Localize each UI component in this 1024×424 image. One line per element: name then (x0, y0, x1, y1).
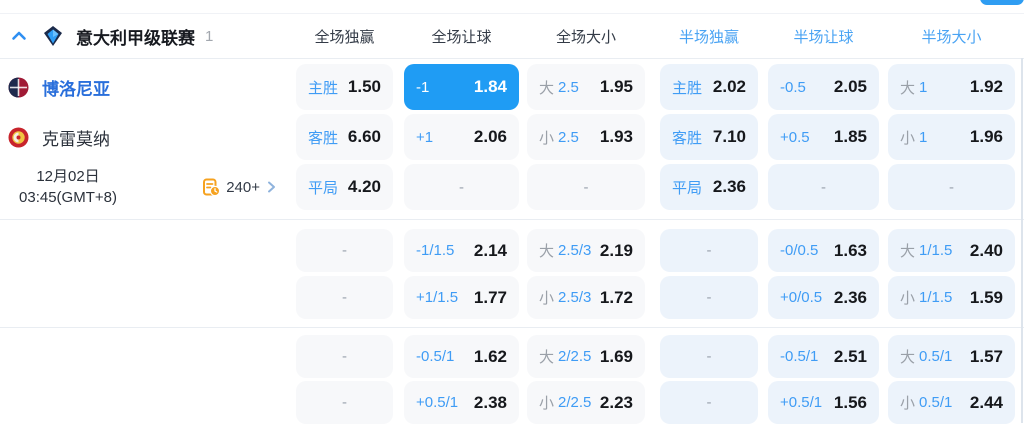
odds-cell[interactable]: 小 2.5 1.93 (527, 114, 645, 160)
table-right-border (1021, 58, 1023, 423)
odds-cell[interactable]: 小 0.5/1 2.44 (888, 381, 1015, 424)
odds-cell[interactable]: +0.5/1 2.38 (404, 381, 519, 424)
empty-slot (0, 335, 296, 378)
odds-cell[interactable]: 小 1/1.5 1.59 (888, 276, 1015, 319)
col-header-halftime-overunder: 半场大小 (921, 28, 982, 46)
col-header-fulltime-handicap: 全场让球 (431, 28, 492, 46)
home-team-name: 博洛尼亚 (42, 79, 110, 99)
odds-cell[interactable]: 大 2/2.5 1.69 (527, 335, 645, 378)
match-time: 03:45(GMT+8) (19, 189, 117, 206)
col-header-halftime-1x2: 半场独赢 (678, 28, 739, 46)
home-team: 博洛尼亚 (0, 64, 296, 110)
odds-cell-empty: - (296, 229, 393, 272)
list-clock-icon (203, 178, 221, 196)
odds-cell[interactable]: -0.5/1 2.51 (768, 335, 879, 378)
empty-slot (0, 381, 296, 424)
empty-slot (0, 229, 296, 272)
chevron-up-icon (12, 31, 26, 40)
odds-table: 博洛尼亚 主胜 1.50 -1 1.84 大 2.5 1.95 主胜 2.02 -0.5 2… (0, 59, 1024, 424)
match-count: 1 (205, 27, 214, 45)
bologna-crest-icon (8, 77, 29, 97)
cremonese-crest-icon (8, 127, 29, 147)
section-divider (0, 327, 1024, 328)
odds-cell[interactable]: +0/0.5 2.36 (768, 276, 879, 319)
odds-cell[interactable]: +1 2.06 (404, 114, 519, 160)
odds-cell[interactable]: 平局 2.36 (660, 164, 758, 210)
table-row: - -0.5/1 1.62 大 2/2.5 1.69 - -0.5/1 2.51 大 0.… (0, 335, 1024, 378)
league-header: 意大利甲级联赛 1 全场独赢 全场让球 全场大小 半场独赢 半场让球 半场大小 (0, 14, 1024, 59)
odds-cell[interactable]: 大 0.5/1 1.57 (888, 335, 1015, 378)
odds-cell-empty: - (888, 164, 1015, 210)
match-meta: 12月02日 03:45(GMT+8) 240+ (0, 164, 296, 210)
odds-cell[interactable]: -0.5/1 1.62 (404, 335, 519, 378)
odds-cell[interactable]: 大 2.5/3 2.19 (527, 229, 645, 272)
table-row-draw: 12月02日 03:45(GMT+8) 240+ 平局 4.20 - - 平局 2.… (0, 164, 1024, 210)
table-row: - +0.5/1 2.38 小 2/2.5 2.23 - +0.5/1 1.56 小 0.… (0, 381, 1024, 424)
scroll-pill (980, 0, 1024, 5)
table-row: - -1/1.5 2.14 大 2.5/3 2.19 - -0/0.5 1.63 大 1/… (0, 229, 1024, 272)
odds-cell[interactable]: -0/0.5 1.63 (768, 229, 879, 272)
alt-lines-section-1: - -1/1.5 2.14 大 2.5/3 2.19 - -0/0.5 1.63 大 1/… (0, 229, 1024, 319)
top-divider (0, 0, 1024, 14)
odds-cell[interactable]: 客胜 7.10 (660, 114, 758, 160)
away-team-name: 克雷莫纳 (42, 129, 110, 149)
odds-cell[interactable]: 主胜 1.50 (296, 64, 393, 110)
match-date: 12月02日 (36, 168, 100, 185)
table-row: - +1/1.5 1.77 小 2.5/3 1.72 - +0/0.5 2.36 小 1/… (0, 276, 1024, 319)
odds-cell-empty: - (660, 276, 758, 319)
odds-cell[interactable]: 主胜 2.02 (660, 64, 758, 110)
col-header-fulltime-overunder: 全场大小 (555, 28, 616, 46)
odds-cell[interactable]: 小 1 1.96 (888, 114, 1015, 160)
odds-cell-empty: - (660, 335, 758, 378)
alt-lines-section-2: - -0.5/1 1.62 大 2/2.5 1.69 - -0.5/1 2.51 大 0.… (0, 335, 1024, 424)
away-team: 克雷莫纳 (0, 114, 296, 160)
collapse-button[interactable] (8, 25, 30, 47)
odds-cell[interactable]: 大 2.5 1.95 (527, 64, 645, 110)
odds-cell-empty: - (527, 164, 645, 210)
odds-cell-empty: - (296, 276, 393, 319)
col-header-fulltime-1x2: 全场独赢 (314, 28, 375, 46)
odds-cell-empty: - (660, 381, 758, 424)
markets-count: 240+ (226, 178, 260, 196)
odds-cell[interactable]: 大 1/1.5 2.40 (888, 229, 1015, 272)
odds-cell[interactable]: 小 2/2.5 2.23 (527, 381, 645, 424)
section-divider (0, 219, 1024, 220)
odds-cell-empty: - (296, 381, 393, 424)
odds-cell[interactable]: 平局 4.20 (296, 164, 393, 210)
odds-cell[interactable]: +1/1.5 1.77 (404, 276, 519, 319)
odds-cell-empty: - (660, 229, 758, 272)
odds-cell[interactable]: 大 1 1.92 (888, 64, 1015, 110)
serie-a-logo-icon (42, 25, 64, 47)
table-row-away: 克雷莫纳 客胜 6.60 +1 2.06 小 2.5 1.93 客胜 7.10 +0.5 1… (0, 114, 1024, 160)
odds-cell[interactable]: 小 2.5/3 1.72 (527, 276, 645, 319)
odds-cell[interactable]: -1/1.5 2.14 (404, 229, 519, 272)
col-header-halftime-handicap: 半场让球 (793, 28, 854, 46)
empty-slot (0, 276, 296, 319)
league-title: 意大利甲级联赛 (76, 28, 195, 48)
more-markets-button[interactable]: 240+ (202, 178, 278, 197)
table-row-home: 博洛尼亚 主胜 1.50 -1 1.84 大 2.5 1.95 主胜 2.02 -0.5 2… (0, 64, 1024, 110)
league-header-left: 意大利甲级联赛 1 (0, 24, 296, 49)
odds-cell[interactable]: 客胜 6.60 (296, 114, 393, 160)
odds-cell-selected[interactable]: -1 1.84 (404, 64, 519, 110)
odds-cell-empty: - (296, 335, 393, 378)
chevron-right-icon (264, 180, 278, 194)
odds-cell[interactable]: +0.5 1.85 (768, 114, 879, 160)
match-datetime: 12月02日 03:45(GMT+8) (2, 166, 134, 208)
odds-cell[interactable]: -0.5 2.05 (768, 64, 879, 110)
odds-cell[interactable]: +0.5/1 1.56 (768, 381, 879, 424)
odds-cell-empty: - (404, 164, 519, 210)
odds-cell-empty: - (768, 164, 879, 210)
